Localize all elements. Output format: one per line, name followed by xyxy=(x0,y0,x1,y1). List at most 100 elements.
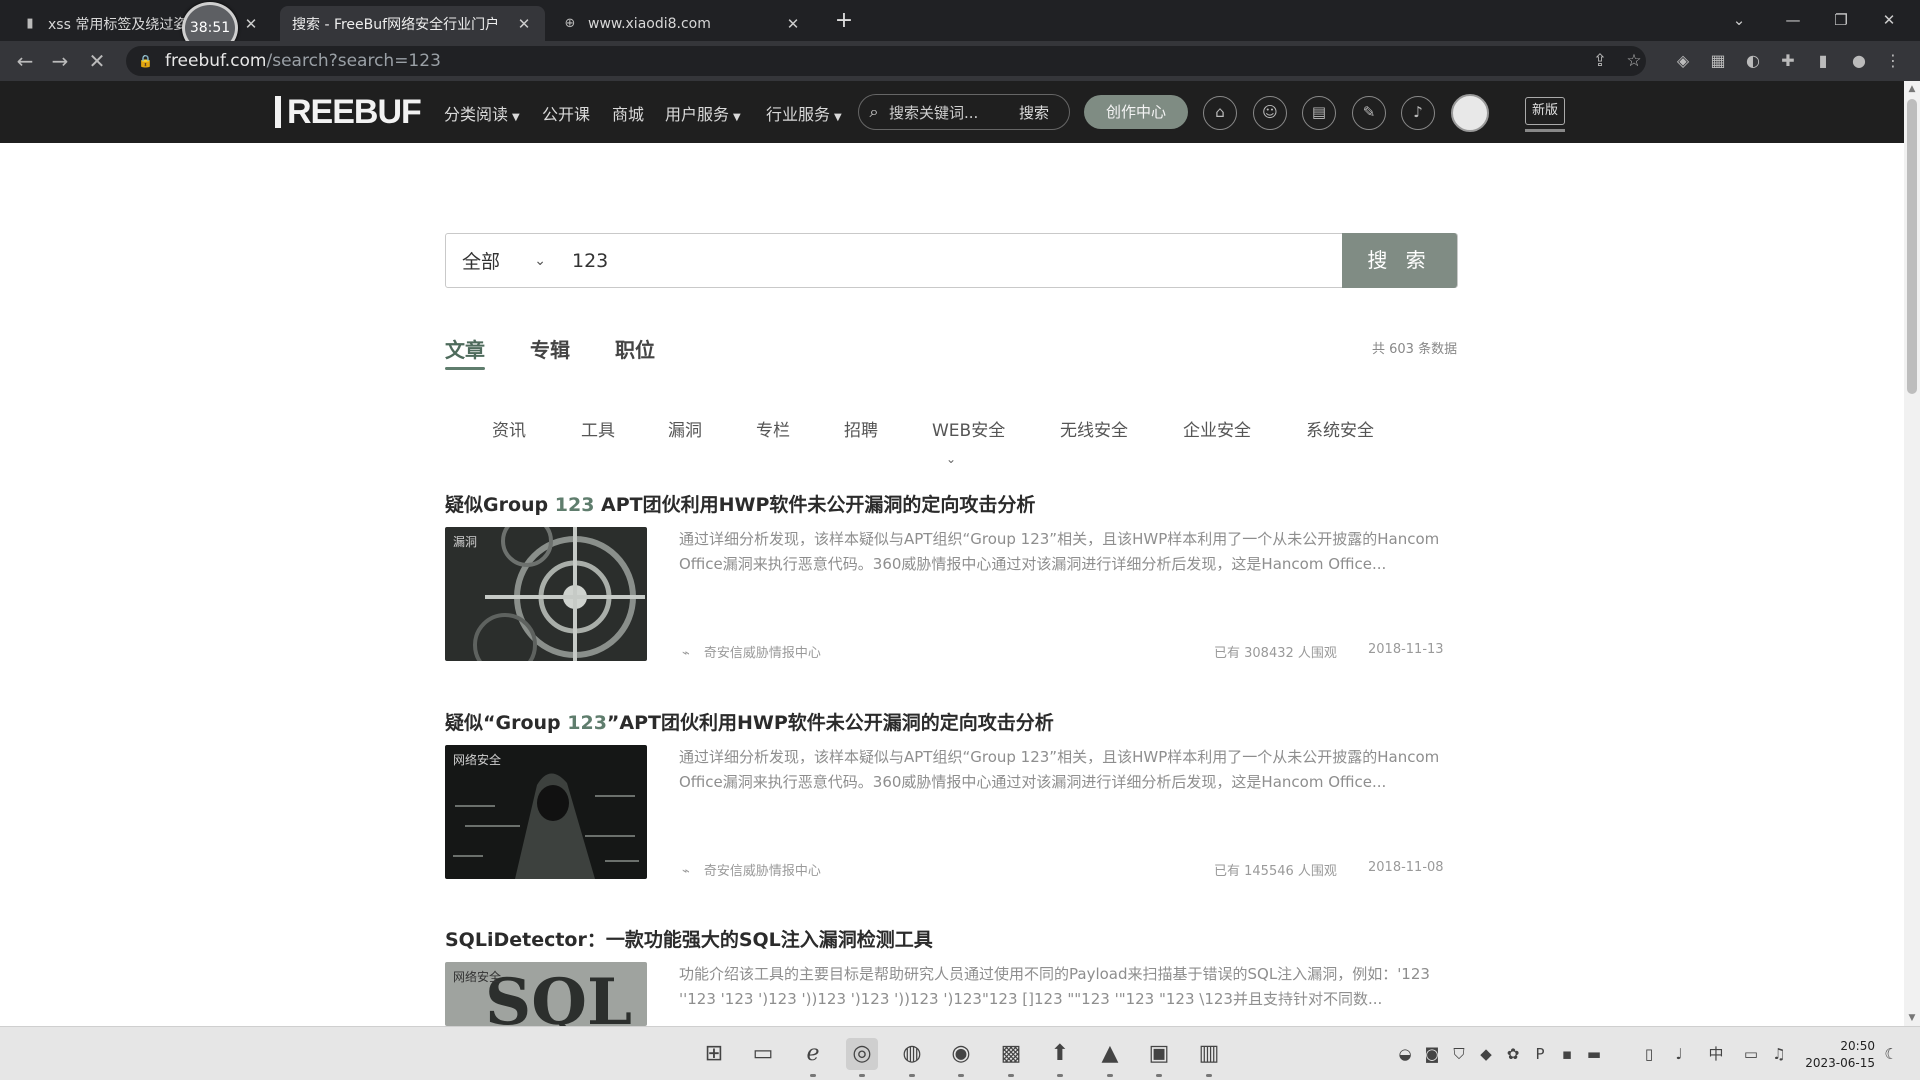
tray-app-icon[interactable]: ◒ xyxy=(1394,1043,1416,1065)
tray-app-icon[interactable]: ◙ xyxy=(1421,1043,1443,1065)
article-author[interactable]: ⌁ 奇安信威胁情报中心 xyxy=(682,642,821,661)
search-button[interactable]: 搜 索 xyxy=(1342,233,1457,288)
extension-icon[interactable]: ▦ xyxy=(1705,48,1731,74)
category-column[interactable]: 专栏 xyxy=(756,416,790,441)
chrome-browser-icon[interactable]: ◎ xyxy=(846,1038,878,1077)
network-icon[interactable]: ▭ xyxy=(1740,1043,1762,1065)
restore-button[interactable]: ❐ xyxy=(1818,4,1864,36)
extension-icon[interactable]: ◈ xyxy=(1670,48,1696,74)
header-search-placeholder[interactable]: 搜索关键词... xyxy=(889,102,1019,123)
browser-tab-freebuf[interactable]: 搜索 - FreeBuf网络安全行业门户 ✕ xyxy=(280,6,545,41)
nav-item-user-services[interactable]: 用户服务 ▼ xyxy=(665,101,741,125)
nav-item-category-reading[interactable]: 分类阅读 ▼ xyxy=(444,101,520,125)
app-icon[interactable]: ▩ xyxy=(995,1038,1027,1077)
app-icon[interactable]: ▲ xyxy=(1094,1038,1126,1077)
browser-tab-xiaodi8[interactable]: ⊕ www.xiaodi8.com ✕ xyxy=(550,6,814,41)
volume-icon[interactable]: ♫ xyxy=(1768,1043,1790,1065)
article-thumbnail[interactable]: SQL 网络安全 xyxy=(445,962,647,1026)
input-method-indicator[interactable]: 中 xyxy=(1705,1043,1727,1065)
tab-articles[interactable]: 文章 xyxy=(445,334,485,363)
tab-search-chevron-icon[interactable]: ⌄ xyxy=(1716,4,1762,36)
bookmark-star-icon[interactable]: ☆ xyxy=(1622,48,1646,74)
category-wireless-security[interactable]: 无线安全 xyxy=(1060,416,1128,441)
thumbnail-tag: 网络安全 xyxy=(453,970,502,984)
article-author[interactable]: ⌁ 奇安信威胁情报中心 xyxy=(682,860,821,879)
menu-kebab-icon[interactable]: ⋮ xyxy=(1880,48,1906,74)
tools-icon[interactable]: ✎ xyxy=(1352,96,1386,130)
article-thumbnail[interactable]: 网络安全 xyxy=(445,745,647,879)
tab-albums[interactable]: 专辑 xyxy=(530,334,570,363)
tray-shield-icon[interactable]: ⛉ xyxy=(1448,1043,1470,1065)
category-tools[interactable]: 工具 xyxy=(581,416,615,441)
create-center-button[interactable]: 创作中心 xyxy=(1084,95,1188,129)
search-scope-select[interactable]: 全部 ⌄ xyxy=(446,247,558,274)
extensions-puzzle-icon[interactable]: ✚ xyxy=(1775,48,1801,74)
microphone-icon[interactable]: ♩ xyxy=(1668,1043,1690,1065)
tab-close-icon[interactable]: ✕ xyxy=(784,15,802,33)
taskbar-clock[interactable]: 20:50 2023-06-15 xyxy=(1795,1038,1875,1072)
edge-browser-icon[interactable]: ℯ xyxy=(797,1038,829,1077)
app-icon[interactable]: ▣ xyxy=(1143,1038,1175,1077)
tab-close-icon[interactable]: ✕ xyxy=(242,15,260,33)
tab-close-icon[interactable]: ✕ xyxy=(515,15,533,33)
file-explorer-icon[interactable]: ▭ xyxy=(747,1038,779,1070)
user-avatar[interactable] xyxy=(1451,94,1489,132)
tray-app-icon[interactable]: ◆ xyxy=(1475,1043,1497,1065)
forward-button[interactable]: → xyxy=(45,47,75,75)
app-icon[interactable]: ▥ xyxy=(1193,1038,1225,1077)
expand-categories-chevron-icon[interactable]: ⌄ xyxy=(946,452,956,466)
minimize-button[interactable]: — xyxy=(1770,4,1816,36)
page-scrollbar[interactable]: ▲ ▼ xyxy=(1904,81,1920,1026)
briefcase-icon[interactable]: ⌂ xyxy=(1203,96,1237,130)
address-bar[interactable]: 🔒 freebuf.com/search?search=123 xyxy=(126,46,1646,76)
result-count: 共 603 条数据 xyxy=(1372,342,1458,357)
category-vulnerabilities[interactable]: 漏洞 xyxy=(668,416,702,441)
close-window-button[interactable]: ✕ xyxy=(1866,4,1912,36)
category-system-security[interactable]: 系统安全 xyxy=(1306,416,1374,441)
active-tab-underline xyxy=(445,367,485,370)
tray-app-icon[interactable]: ▬ xyxy=(1583,1043,1605,1065)
side-panel-icon[interactable]: ▮ xyxy=(1810,48,1836,74)
app-icon[interactable]: ⬆ xyxy=(1044,1038,1076,1077)
scroll-down-arrow-icon[interactable]: ▼ xyxy=(1904,1010,1920,1026)
tray-app-icon[interactable]: ▪ xyxy=(1556,1043,1578,1065)
article-title[interactable]: SQLiDetector：一款功能强大的SQL注入漏洞检测工具 xyxy=(445,925,933,952)
category-enterprise-security[interactable]: 企业安全 xyxy=(1183,416,1251,441)
article-date: 2018-11-13 xyxy=(1368,642,1444,657)
app-icon[interactable]: ◉ xyxy=(945,1038,977,1077)
nav-item-open-course[interactable]: 公开课 xyxy=(542,101,590,125)
windows-start-icon[interactable]: ⊞ xyxy=(698,1038,730,1070)
tray-app-icon[interactable]: ✿ xyxy=(1502,1043,1524,1065)
freebuf-logo[interactable]: REEBUF xyxy=(275,93,422,131)
site-header: REEBUF 分类阅读 ▼ 公开课 商城 用户服务 ▼ 行业服务 ▼ ⌕ 搜索关键词.… xyxy=(0,81,1920,143)
category-news[interactable]: 资讯 xyxy=(492,416,526,441)
scrollbar-thumb[interactable] xyxy=(1907,99,1917,394)
page-favicon-icon: ▮ xyxy=(26,16,34,31)
article-thumbnail[interactable]: 漏洞 xyxy=(445,527,647,661)
profile-icon[interactable]: ● xyxy=(1846,48,1872,74)
stop-loading-button[interactable]: ✕ xyxy=(82,47,112,75)
category-recruitment[interactable]: 招聘 xyxy=(844,416,878,441)
article-title[interactable]: 疑似Group 123 APT团伙利用HWP软件未公开漏洞的定向攻击分析 xyxy=(445,490,1035,517)
nav-item-shop[interactable]: 商城 xyxy=(612,101,644,125)
extension-icon[interactable]: ◐ xyxy=(1740,48,1766,74)
nav-item-industry-services[interactable]: 行业服务 ▼ xyxy=(766,101,842,125)
back-button[interactable]: ← xyxy=(10,47,40,75)
new-version-badge[interactable]: 新版 xyxy=(1525,97,1565,125)
scroll-up-arrow-icon[interactable]: ▲ xyxy=(1904,81,1920,97)
header-search-button[interactable]: 搜索 xyxy=(1019,102,1069,123)
search-input[interactable] xyxy=(558,234,1342,287)
phone-icon[interactable]: ▯ xyxy=(1638,1043,1660,1065)
tab-jobs[interactable]: 职位 xyxy=(615,334,655,363)
calendar-icon[interactable]: ▤ xyxy=(1302,96,1336,130)
app-icon[interactable]: ◍ xyxy=(896,1038,928,1077)
header-search-box[interactable]: ⌕ 搜索关键词... 搜索 xyxy=(858,94,1070,130)
new-tab-button[interactable]: + xyxy=(830,8,858,36)
article-title[interactable]: 疑似“Group 123”APT团伙利用HWP软件未公开漏洞的定向攻击分析 xyxy=(445,708,1054,735)
tray-app-icon[interactable]: P xyxy=(1529,1043,1551,1065)
bell-icon[interactable]: ♪ xyxy=(1401,96,1435,130)
share-icon[interactable]: ⇪ xyxy=(1588,48,1612,74)
notification-moon-icon[interactable]: ☾ xyxy=(1880,1043,1902,1065)
face-icon[interactable]: ☺ xyxy=(1253,96,1287,130)
category-web-security[interactable]: WEB安全 xyxy=(932,416,1005,441)
